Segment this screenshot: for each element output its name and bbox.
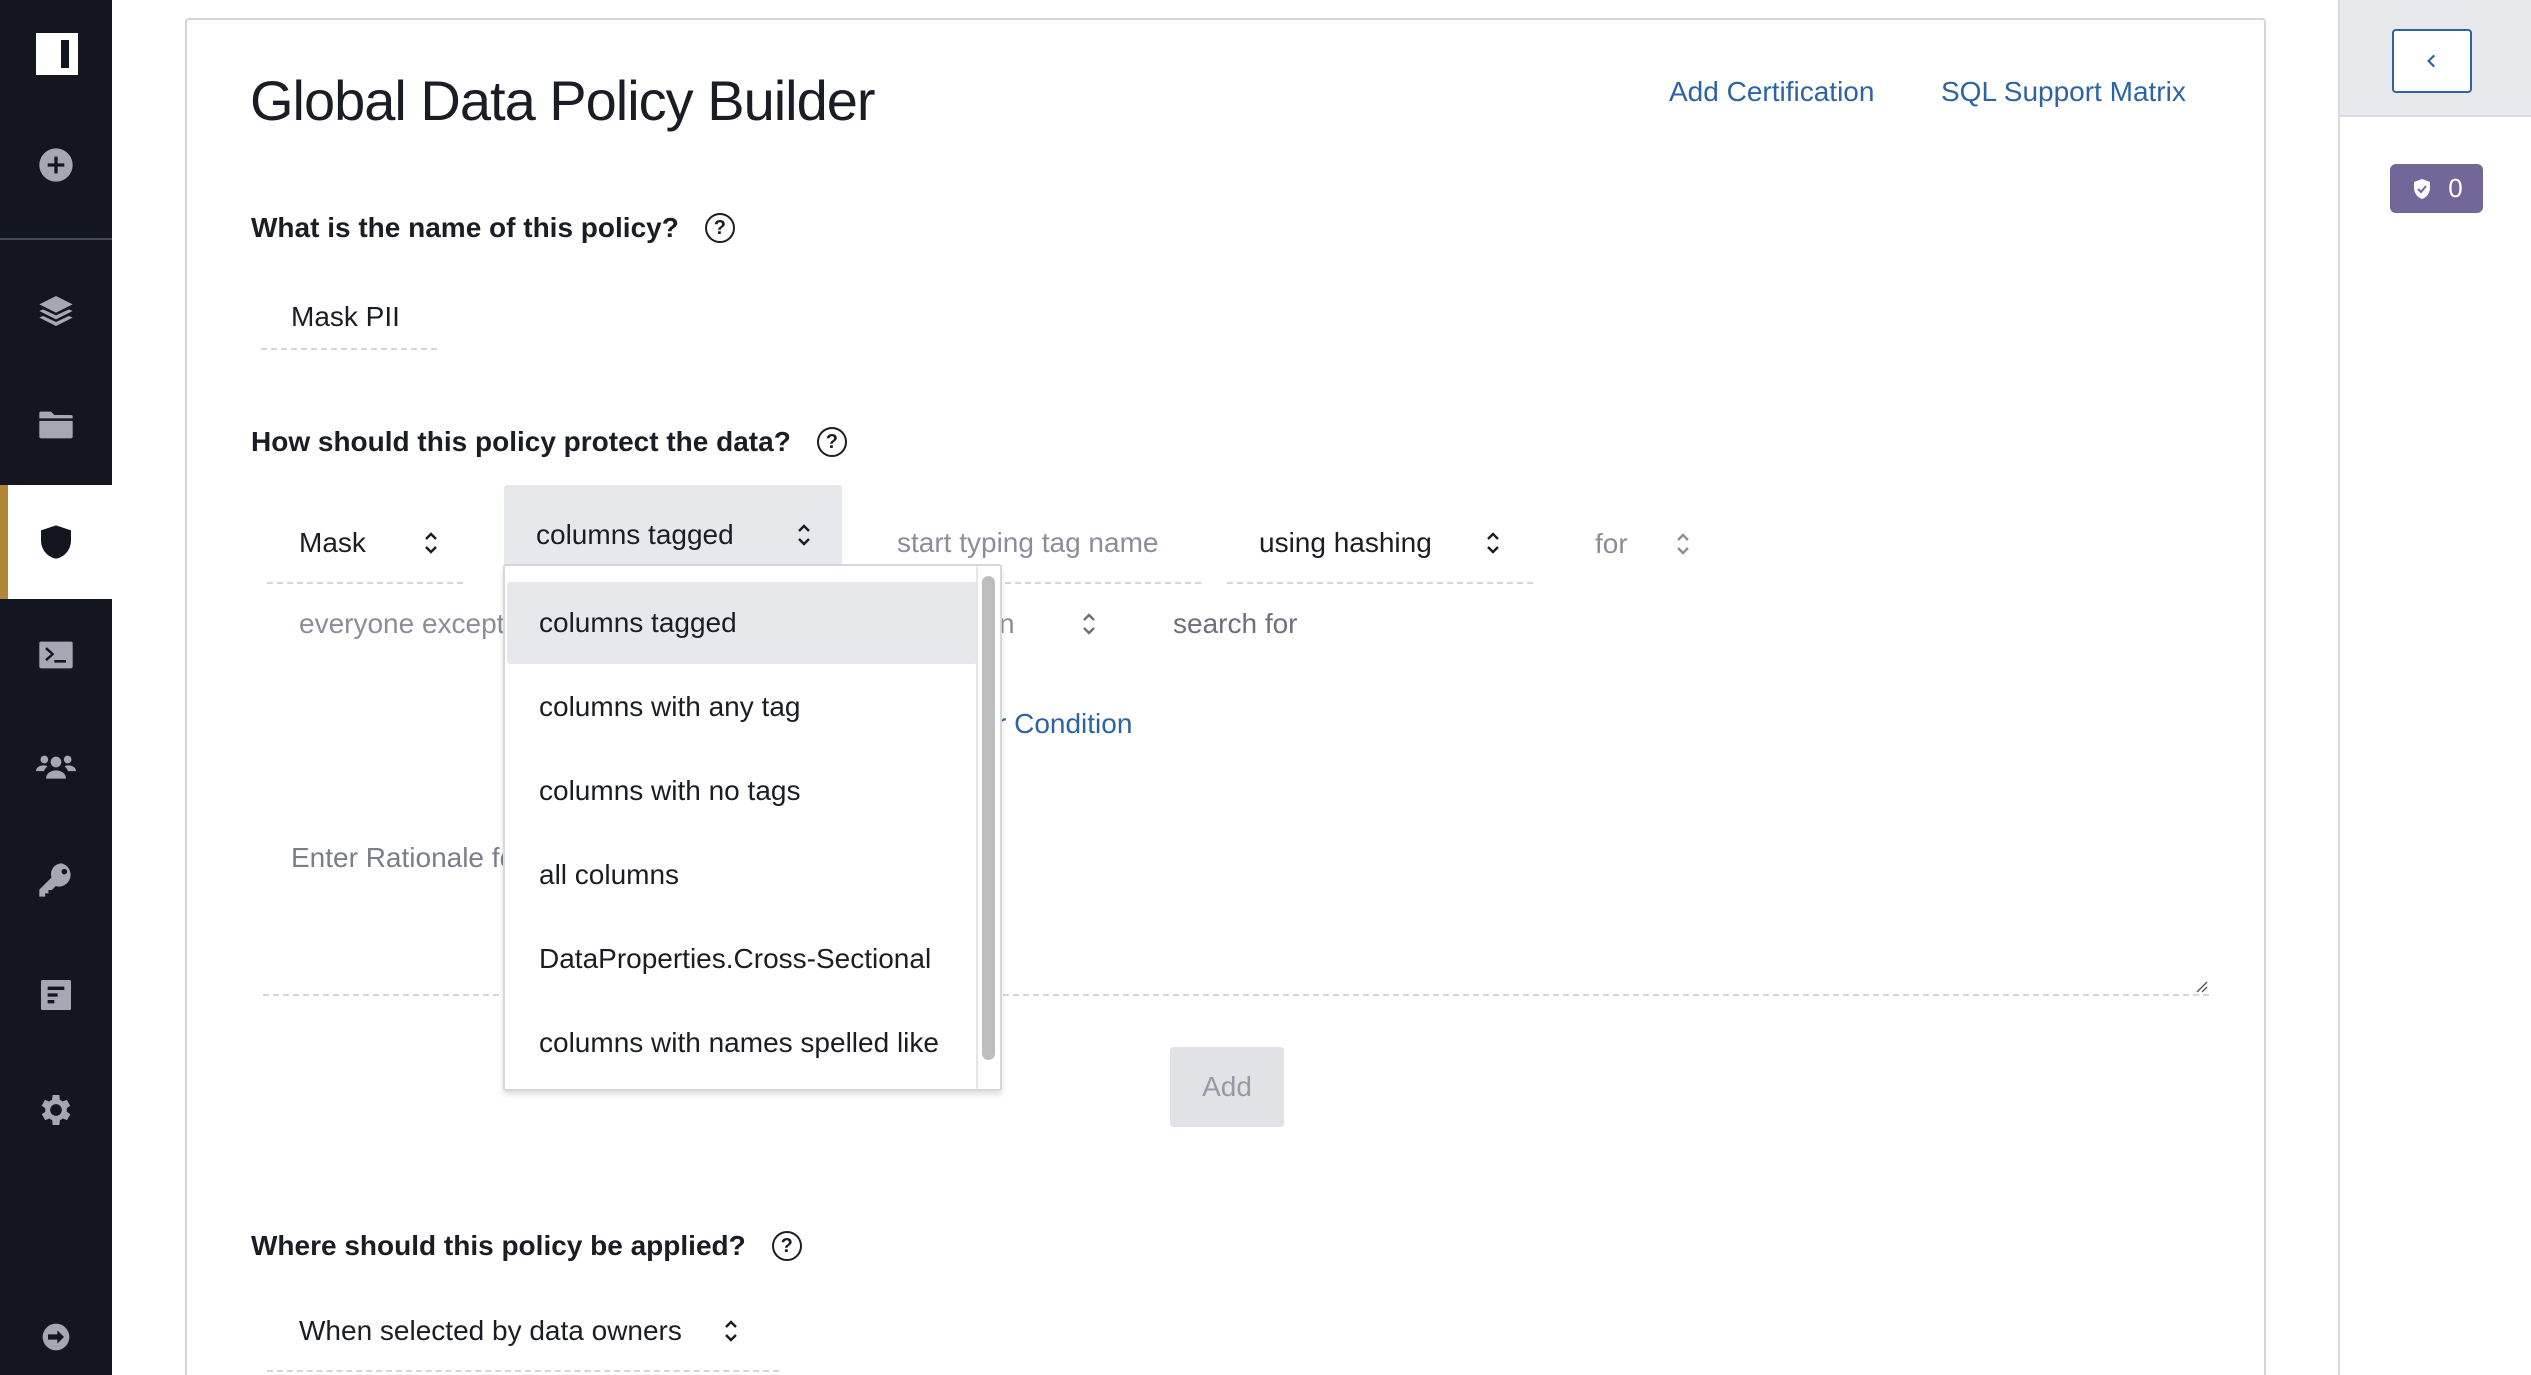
dropdown-option-label: columns with any tag	[539, 691, 801, 722]
folder-icon	[39, 411, 73, 439]
sidebar-item-projects[interactable]	[0, 368, 112, 482]
dropdown-option-label: columns tagged	[539, 607, 737, 638]
gear-icon	[41, 1095, 71, 1125]
sidebar-item-people[interactable]	[0, 710, 112, 824]
dropdown-option[interactable]: columns with no tags	[507, 750, 977, 832]
policy-name-question-text: What is the name of this policy?	[251, 212, 679, 243]
dropdown-option[interactable]: all columns	[507, 834, 977, 916]
search-for-text: search for	[1173, 608, 1298, 639]
updown-chevron-icon	[796, 520, 812, 550]
collapse-panel-button[interactable]	[2392, 29, 2472, 93]
sidebar-item-query-editor[interactable]	[0, 598, 112, 712]
sidebar-divider	[0, 238, 112, 240]
arrow-right-circle-icon	[42, 1323, 70, 1351]
tag-name-placeholder: start typing tag name	[897, 527, 1159, 558]
sql-support-matrix-link[interactable]: SQL Support Matrix	[1941, 76, 2186, 108]
dropdown-option[interactable]: DataProperties.Cross-Sectional	[507, 918, 977, 1000]
protection-question: How should this policy protect the data?…	[251, 426, 847, 458]
dropdown-scrollbar[interactable]	[976, 566, 1000, 1089]
condition-secondary-select[interactable]: n	[987, 584, 1117, 664]
action-select[interactable]: Mask	[267, 504, 463, 584]
app-logo[interactable]	[36, 33, 78, 75]
application-select[interactable]: When selected by data owners	[267, 1292, 779, 1372]
sidebar-collapse-toggle[interactable]	[0, 1280, 112, 1375]
condition-select-value: everyone except	[299, 608, 505, 639]
for-select[interactable]: for	[1563, 504, 1703, 584]
right-panel-header	[2340, 0, 2531, 117]
updown-chevron-icon	[1081, 609, 1097, 639]
help-icon[interactable]: ?	[704, 213, 735, 243]
add-condition-link-text: r Condition	[997, 708, 1133, 739]
badge-count: 0	[2448, 173, 2463, 203]
policy-name-input[interactable]: Mask PII	[261, 286, 437, 350]
dropdown-option[interactable]: columns tagged	[507, 582, 977, 664]
application-question: Where should this policy be applied? ?	[251, 1230, 802, 1262]
document-icon	[41, 980, 71, 1010]
target-select-dropdown: columns tagged columns with any tag colu…	[503, 564, 1002, 1091]
for-select-value: for	[1595, 528, 1628, 559]
sidebar-item-create[interactable]	[0, 108, 112, 222]
users-icon	[36, 755, 76, 779]
dropdown-option-label: all columns	[539, 859, 680, 890]
help-icon[interactable]: ?	[771, 1231, 802, 1261]
application-select-value: When selected by data owners	[299, 1315, 682, 1346]
application-question-text: Where should this policy be applied?	[251, 1230, 746, 1261]
plus-circle-icon	[39, 148, 73, 182]
help-icon[interactable]: ?	[816, 427, 847, 457]
dropdown-option-label: DataProperties.Cross-Sectional	[539, 943, 932, 974]
shield-check-icon	[2414, 178, 2431, 199]
policy-name-question: What is the name of this policy? ?	[251, 212, 735, 244]
resize-handle-icon[interactable]	[2193, 978, 2209, 994]
key-icon	[39, 863, 71, 897]
sidebar-item-data-sources[interactable]	[0, 254, 112, 368]
action-select-value: Mask	[299, 527, 366, 558]
certification-badge[interactable]: 0	[2390, 164, 2483, 213]
updown-chevron-icon	[423, 528, 439, 558]
dropdown-option[interactable]: columns with names spelled like	[507, 1002, 977, 1084]
updown-chevron-icon	[1675, 529, 1691, 559]
updown-chevron-icon	[723, 1316, 739, 1346]
sidebar	[0, 0, 112, 1375]
shield-icon	[41, 525, 71, 559]
page-title: Global Data Policy Builder	[250, 69, 876, 132]
policy-name-value: Mask PII	[291, 301, 400, 332]
add-certification-link[interactable]: Add Certification	[1669, 76, 1874, 108]
terminal-icon	[39, 641, 73, 669]
sidebar-item-settings[interactable]	[0, 1053, 112, 1167]
layers-icon	[39, 296, 73, 326]
sidebar-item-audit[interactable]	[0, 938, 112, 1052]
dropdown-option[interactable]: columns with any tag	[507, 666, 977, 748]
method-select-value: using hashing	[1259, 527, 1432, 558]
sidebar-item-access[interactable]	[0, 823, 112, 937]
dropdown-option-label: columns with names spelled like	[539, 1027, 939, 1058]
protection-question-text: How should this policy protect the data?	[251, 426, 791, 457]
condition-select[interactable]: everyone except	[267, 584, 517, 664]
target-select-value: columns tagged	[536, 518, 734, 550]
dropdown-scrollbar-thumb[interactable]	[982, 576, 995, 1060]
right-panel: 0	[2338, 0, 2531, 1375]
dropdown-option-label: columns with no tags	[539, 775, 801, 806]
method-select[interactable]: using hashing	[1227, 504, 1533, 584]
policy-builder-card: Global Data Policy Builder Add Certifica…	[185, 18, 2266, 1375]
add-button[interactable]: Add	[1170, 1047, 1284, 1127]
add-condition-link[interactable]: r Condition	[997, 696, 1132, 752]
sidebar-item-policies[interactable]	[0, 485, 112, 599]
chevron-left-icon	[2427, 54, 2436, 68]
updown-chevron-icon	[1485, 528, 1501, 558]
search-for-label: search for	[1173, 584, 1298, 664]
